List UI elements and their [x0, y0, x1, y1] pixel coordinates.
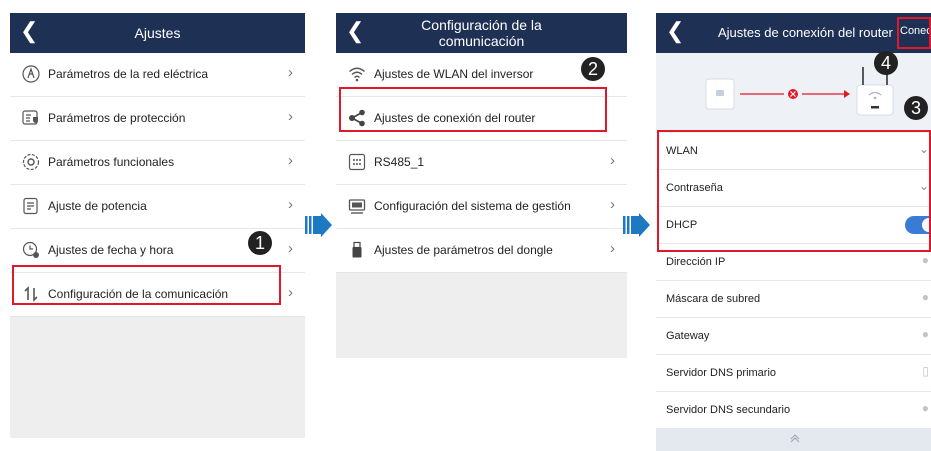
menu-item-label: Configuración del sistema de gestión	[374, 199, 571, 213]
page-title-line-1: Configuración de la	[421, 17, 542, 33]
menu-item-functional-params[interactable]: Parámetros funcionales ›	[10, 141, 305, 185]
highlight-router-connection	[339, 87, 607, 132]
menu-item-label: Parámetros funcionales	[48, 155, 175, 169]
gateway-field[interactable]: Gateway ●	[656, 318, 931, 355]
chevron-right-icon: ›	[610, 240, 615, 257]
field-value-indicator: ▯	[922, 364, 929, 378]
chevron-up-icon	[790, 434, 800, 443]
header-bar: ❮ Ajustes	[10, 13, 305, 53]
clock-settings-icon	[22, 241, 39, 258]
step-badge: 1	[248, 231, 272, 255]
menu-item-dongle-params[interactable]: Ajustes de parámetros del dongle ›	[336, 229, 627, 273]
secondary-dns-field[interactable]: Servidor DNS secundario ●	[656, 392, 931, 429]
empty-area	[336, 273, 627, 358]
shield-list-icon	[22, 110, 38, 125]
field-value-indicator: ●	[921, 290, 929, 304]
chevron-right-icon: ›	[288, 284, 293, 301]
step-badge: 2	[581, 57, 605, 81]
bottom-sheet-handle[interactable]	[656, 429, 931, 451]
menu-item-label: RS485_1	[374, 155, 425, 169]
header-bar: ❮ Configuración de la comunicación	[336, 13, 627, 53]
field-label: Gateway	[666, 330, 710, 342]
menu-item-management-system[interactable]: Configuración del sistema de gestión ›	[336, 185, 627, 229]
chevron-right-icon: ›	[288, 240, 293, 257]
primary-dns-field[interactable]: Servidor DNS primario ▯	[656, 355, 931, 392]
back-icon[interactable]: ❮	[666, 19, 684, 43]
menu-item-label: Ajuste de potencia	[48, 199, 147, 213]
menu-item-label: Parámetros de la red eléctrica	[48, 67, 209, 81]
header-bar: ❮ Ajustes de conexión del router Conecta	[656, 13, 931, 53]
grid-tower-icon	[22, 65, 40, 83]
field-label: Dirección IP	[666, 256, 726, 268]
empty-area	[10, 317, 305, 438]
chevron-right-icon: ›	[288, 196, 293, 213]
wifi-icon	[349, 67, 365, 82]
step-badge: 3	[904, 96, 928, 120]
field-label: Servidor DNS primario	[666, 367, 777, 379]
menu-item-label: Ajustes de parámetros del dongle	[374, 243, 553, 257]
menu-item-protection-params[interactable]: Parámetros de protección ›	[10, 97, 305, 141]
page-title: Ajustes	[134, 25, 181, 41]
highlight-communication-config	[12, 265, 281, 305]
field-label: Servidor DNS secundario	[666, 404, 791, 416]
menu-item-grid-params[interactable]: Parámetros de la red eléctrica ›	[10, 53, 305, 97]
page-title: Ajustes de conexión del router	[718, 25, 893, 40]
arrow-right-icon	[305, 213, 332, 237]
field-value-indicator: ●	[921, 327, 929, 341]
menu-item-power-setting[interactable]: Ajuste de potencia ›	[10, 185, 305, 229]
document-icon	[23, 197, 38, 215]
page-title-line-2: comunicación	[438, 33, 525, 49]
menu-item-label: Parámetros de protección	[48, 111, 186, 125]
gear-icon	[22, 153, 40, 171]
usb-dongle-icon	[352, 241, 362, 258]
chevron-right-icon: ›	[610, 196, 615, 213]
subnet-mask-field[interactable]: Máscara de subred ●	[656, 281, 931, 318]
chevron-right-icon: ›	[288, 108, 293, 125]
field-value-indicator: ●	[921, 253, 929, 267]
arrow-right-icon	[623, 213, 650, 237]
field-value-indicator: ●	[921, 401, 929, 415]
menu-item-label: Ajustes de WLAN del inversor	[374, 67, 534, 81]
chevron-right-icon: ›	[288, 152, 293, 169]
step-badge: 4	[874, 51, 898, 75]
field-label: Máscara de subred	[666, 293, 761, 305]
rs485-port-icon	[348, 153, 366, 171]
chevron-right-icon: ›	[610, 152, 615, 169]
highlight-connect-button	[897, 17, 931, 49]
monitor-icon	[348, 199, 366, 214]
menu-item-label: Ajustes de fecha y hora	[48, 243, 174, 257]
chevron-right-icon: ›	[288, 64, 293, 81]
highlight-router-fields	[657, 130, 931, 252]
screen-ajustes: ❮ Ajustes Parámetros de la red eléctrica…	[10, 13, 305, 438]
menu-item-rs485[interactable]: RS485_1 ›	[336, 141, 627, 185]
